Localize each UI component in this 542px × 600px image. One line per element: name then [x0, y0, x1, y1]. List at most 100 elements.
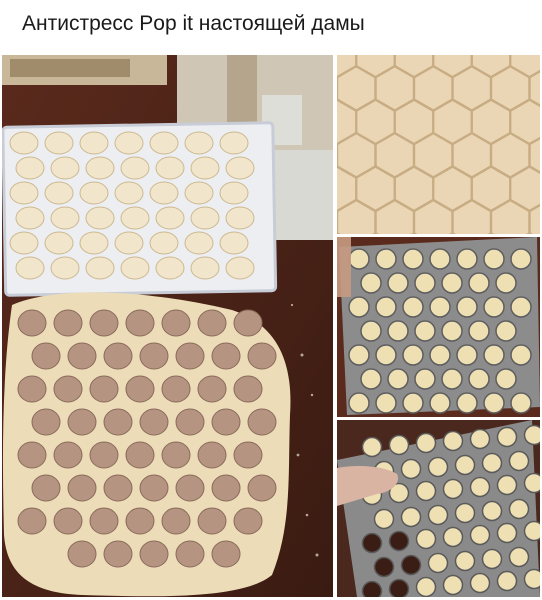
meat-portion	[67, 540, 97, 568]
meat-portion	[175, 474, 205, 502]
meat-portion	[53, 441, 83, 469]
meat-portion	[175, 342, 205, 370]
meat-portion	[247, 342, 277, 370]
mold-hole	[454, 550, 476, 572]
meat-portion	[233, 507, 263, 535]
meat-portion	[89, 507, 119, 535]
dumpling	[15, 156, 45, 180]
mold-hole	[361, 436, 383, 458]
mold-hole	[496, 570, 518, 592]
meat-portion	[31, 408, 61, 436]
meat-portion	[67, 474, 97, 502]
mold-hole	[469, 428, 491, 450]
meat-portion	[233, 375, 263, 403]
mold-hole	[373, 556, 395, 578]
mold-hole	[442, 430, 464, 452]
meat-portion	[161, 507, 191, 535]
mold-hole	[348, 392, 370, 414]
mold-hole	[523, 472, 540, 494]
mold-hole	[496, 522, 518, 544]
meat-portion	[175, 408, 205, 436]
mold-hole	[388, 434, 410, 456]
mold-hole	[360, 272, 382, 294]
mold-hole	[388, 530, 410, 552]
mold-hole	[387, 368, 409, 390]
dumpling	[190, 256, 220, 280]
mold-hole	[400, 554, 422, 576]
meat-portion	[197, 507, 227, 535]
dumpling	[114, 181, 144, 205]
dumpling	[85, 256, 115, 280]
meat-portion	[233, 309, 263, 337]
meat-portion	[67, 342, 97, 370]
meat-portion	[17, 507, 47, 535]
mold-hole	[510, 344, 532, 366]
mold-hole	[456, 296, 478, 318]
mold-hole	[387, 272, 409, 294]
mold-hole	[429, 248, 451, 270]
dumpling	[9, 181, 39, 205]
mold-scene-1	[337, 237, 540, 417]
mold-hole	[496, 474, 518, 496]
meat-portion	[53, 375, 83, 403]
dumpling	[184, 181, 214, 205]
meat-portion	[125, 309, 155, 337]
meat-portion	[17, 375, 47, 403]
hexagon-cuts	[337, 55, 540, 234]
dumpling	[184, 231, 214, 255]
mold-hole	[402, 392, 424, 414]
meat-portion	[125, 441, 155, 469]
mold-hole	[361, 580, 383, 597]
dumpling	[225, 256, 255, 280]
dumpling	[219, 131, 249, 155]
mold-hole	[387, 320, 409, 342]
meat-portion	[103, 408, 133, 436]
meat-portion	[53, 309, 83, 337]
meat-portion	[31, 342, 61, 370]
mold-hole	[469, 572, 491, 594]
meat-portion	[161, 441, 191, 469]
mold-hole	[523, 568, 540, 590]
mold-hole	[508, 450, 530, 472]
dumpling	[79, 181, 109, 205]
meat-portion	[103, 474, 133, 502]
hexagon-dough	[337, 55, 540, 234]
meat-portion	[197, 441, 227, 469]
mold-hole	[495, 368, 517, 390]
mold-hole	[456, 344, 478, 366]
meat-portion	[247, 408, 277, 436]
mold-hole	[483, 344, 505, 366]
mold-hole	[483, 296, 505, 318]
meat-portion	[247, 474, 277, 502]
dumpling	[120, 206, 150, 230]
dumpling	[155, 206, 185, 230]
mold-hole	[373, 508, 395, 530]
dumpling	[85, 206, 115, 230]
mold-hole	[348, 344, 370, 366]
mold-hole	[415, 480, 437, 502]
dumpling	[44, 231, 74, 255]
mold-hole	[429, 344, 451, 366]
meat-portion	[125, 375, 155, 403]
meat-portion	[67, 408, 97, 436]
meat-portion	[197, 375, 227, 403]
dumpling	[120, 256, 150, 280]
dumpling-mold-photo	[337, 237, 540, 417]
dumpling	[114, 131, 144, 155]
dumpling	[44, 131, 74, 155]
dumpling	[50, 256, 80, 280]
meat-portion	[139, 474, 169, 502]
dumpling	[79, 131, 109, 155]
meat-portion	[161, 375, 191, 403]
meat-portion	[89, 375, 119, 403]
mold-hole	[508, 546, 530, 568]
mold-hole	[454, 502, 476, 524]
mold-hole	[508, 498, 530, 520]
mold-hole	[400, 458, 422, 480]
mold-hole	[400, 506, 422, 528]
mold-hole	[427, 504, 449, 526]
meat-portion	[211, 342, 241, 370]
mold-hole	[360, 368, 382, 390]
mold-hole	[481, 500, 503, 522]
mold-hole	[442, 478, 464, 500]
